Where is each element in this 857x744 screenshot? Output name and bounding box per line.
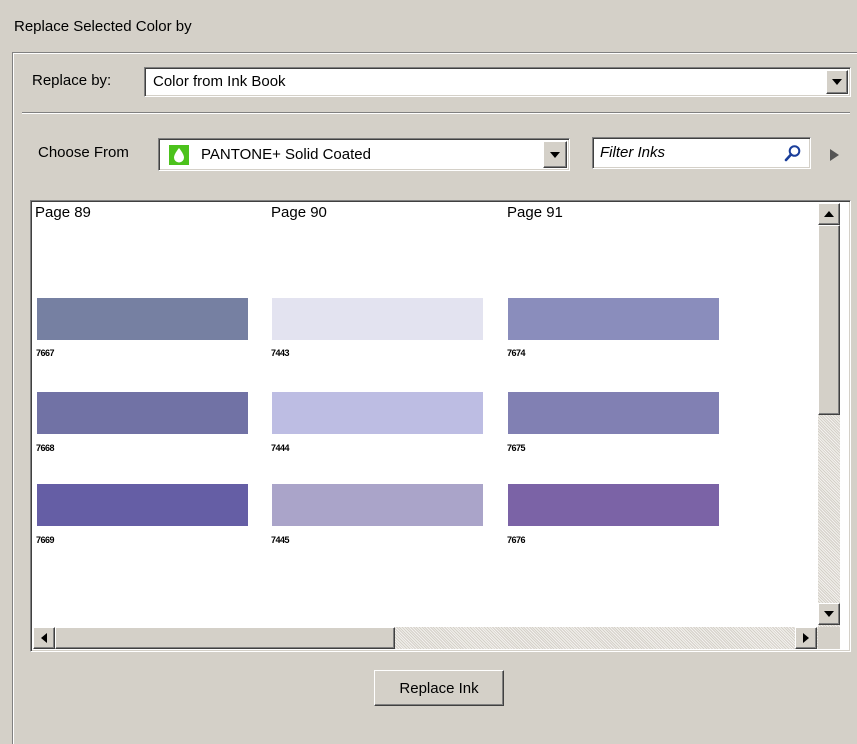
chevron-right-icon xyxy=(803,633,809,643)
expand-arrow-icon[interactable] xyxy=(830,149,839,161)
swatch-7445[interactable] xyxy=(272,484,483,526)
scroll-right-button[interactable] xyxy=(795,627,817,649)
swatch-7668[interactable] xyxy=(37,392,248,434)
swatch-7444[interactable] xyxy=(272,392,483,434)
swatch-7674[interactable] xyxy=(508,298,719,340)
ink-drop-icon xyxy=(169,145,189,165)
separator xyxy=(22,112,850,114)
chevron-down-icon xyxy=(832,79,842,85)
swatch-code: 7667 xyxy=(36,348,55,358)
swatch-code: 7675 xyxy=(507,443,526,453)
search-icon[interactable] xyxy=(784,144,802,162)
replace-ink-label: Replace Ink xyxy=(399,679,479,697)
swatch-7669[interactable] xyxy=(37,484,248,526)
panel-title: Replace Selected Color by xyxy=(14,18,192,35)
vertical-scroll-thumb[interactable] xyxy=(818,225,840,415)
scroll-left-button[interactable] xyxy=(33,627,55,649)
replace-ink-button[interactable]: Replace Ink xyxy=(374,670,504,706)
page-title: Page 89 xyxy=(35,204,91,221)
swatch-code: 7445 xyxy=(271,535,290,545)
swatch-7675[interactable] xyxy=(508,392,719,434)
replace-by-value: Color from Ink Book xyxy=(153,73,286,90)
swatch-7443[interactable] xyxy=(272,298,483,340)
ink-book-value: PANTONE+ Solid Coated xyxy=(201,146,371,163)
swatch-code: 7443 xyxy=(271,348,290,358)
scroll-up-button[interactable] xyxy=(818,203,840,225)
scroll-down-button[interactable] xyxy=(818,603,840,625)
swatch-code: 7668 xyxy=(36,443,55,453)
replace-by-dropdown[interactable]: Color from Ink Book xyxy=(144,67,851,97)
page-title: Page 90 xyxy=(271,204,327,221)
chevron-down-icon xyxy=(824,611,834,617)
replace-by-label: Replace by: xyxy=(32,72,112,89)
swatch-code: 7444 xyxy=(271,443,290,453)
chevron-up-icon xyxy=(824,211,834,217)
ink-book-dropdown[interactable]: PANTONE+ Solid Coated xyxy=(158,138,570,171)
page-title: Page 91 xyxy=(507,204,563,221)
replace-by-dropdown-button[interactable] xyxy=(826,70,848,94)
swatch-code: 7674 xyxy=(507,348,526,358)
choose-from-label: Choose From xyxy=(38,144,129,161)
chevron-down-icon xyxy=(550,151,560,158)
swatch-7667[interactable] xyxy=(37,298,248,340)
scrollbar-corner xyxy=(818,627,840,649)
chevron-left-icon xyxy=(41,633,47,643)
swatch-code: 7676 xyxy=(507,535,526,545)
ink-book-dropdown-button[interactable] xyxy=(543,141,567,168)
filter-inks-placeholder: Filter Inks xyxy=(600,144,666,161)
filter-inks-input[interactable]: Filter Inks xyxy=(592,137,811,169)
swatch-list: Page 89 7667 7668 7669 Page 90 7443 7444… xyxy=(30,200,851,652)
swatch-7676[interactable] xyxy=(508,484,719,526)
swatch-code: 7669 xyxy=(36,535,55,545)
horizontal-scroll-thumb[interactable] xyxy=(55,627,395,649)
